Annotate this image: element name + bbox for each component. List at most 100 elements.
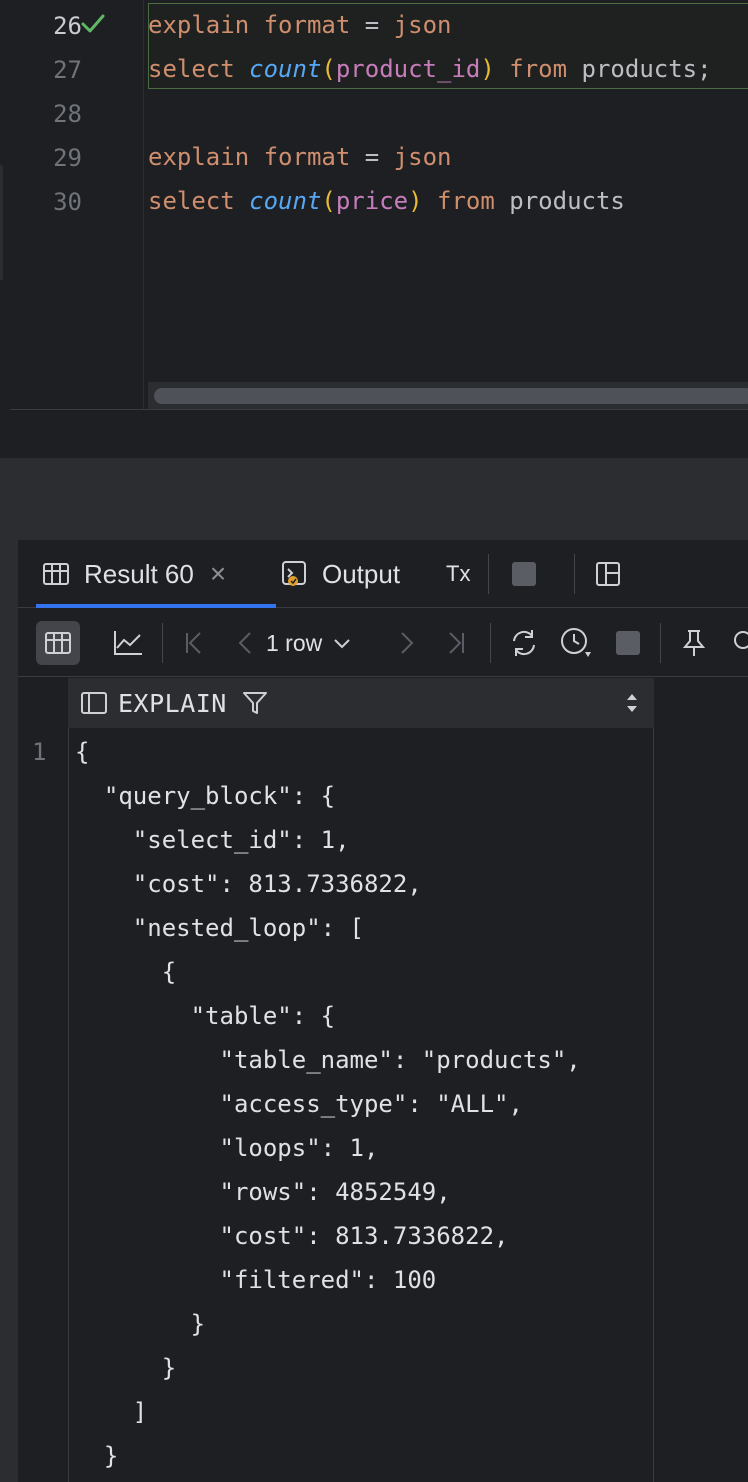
first-page-button[interactable]: [172, 621, 216, 665]
toolbar-separator: [488, 554, 489, 594]
json-line: }: [75, 1354, 177, 1382]
previous-page-button[interactable]: [224, 621, 268, 665]
code-line-29[interactable]: explain format = json: [148, 135, 451, 179]
code-table: products: [509, 187, 625, 215]
json-line: "nested_loop": [: [75, 914, 364, 942]
tab-output[interactable]: Output: [280, 540, 400, 608]
line-number: 27: [53, 56, 82, 84]
refresh-button[interactable]: [502, 621, 546, 665]
layout-icon: [596, 562, 620, 586]
gutter-line-27: 27: [10, 47, 144, 91]
code-keyword: from: [509, 55, 568, 83]
table-icon: [45, 632, 71, 654]
horizontal-scrollbar[interactable]: [148, 382, 748, 410]
code-keyword: select: [148, 55, 235, 83]
transaction-icon: Tx: [446, 561, 471, 586]
transaction-mode-button[interactable]: Tx: [446, 540, 470, 608]
search-icon: [734, 631, 748, 649]
refresh-icon: [513, 630, 535, 656]
sql-editor[interactable]: 26 27 28 29 30 explain format = json sel…: [0, 0, 748, 410]
tab-result-60[interactable]: Result 60 ×: [42, 540, 226, 608]
code-paren: (: [321, 55, 336, 83]
code-keyword: format: [263, 143, 351, 171]
toolbar-separator: [490, 623, 491, 663]
gutter-line-28: 28: [10, 91, 144, 135]
chevron-left-icon: [238, 632, 251, 654]
chevron-right-icon: [401, 632, 414, 654]
table-view-button[interactable]: [36, 621, 80, 665]
gutter-line-30: 30: [10, 179, 144, 223]
column-name: EXPLAIN: [118, 688, 227, 718]
pin-tab-button[interactable]: [672, 621, 716, 665]
close-icon[interactable]: ×: [210, 558, 226, 590]
sidebar-toggle-icon[interactable]: [80, 690, 108, 716]
table-icon: [43, 563, 69, 585]
code-keyword: format: [263, 11, 351, 39]
json-line: "cost": 813.7336822,: [75, 1222, 509, 1250]
chevron-down-icon: [334, 639, 350, 649]
line-number: 26: [53, 12, 82, 40]
row-number[interactable]: 1: [32, 738, 46, 766]
stop-icon: [616, 631, 640, 655]
last-page-button[interactable]: [434, 621, 478, 665]
chart-icon: [114, 631, 142, 655]
code-column: price: [335, 187, 409, 215]
json-line: {: [75, 738, 90, 766]
json-line: {: [75, 958, 177, 986]
json-line: "query_block": {: [75, 782, 336, 810]
toolbar-separator: [574, 554, 575, 594]
first-page-icon: [186, 632, 201, 654]
auto-refresh-button[interactable]: [554, 621, 598, 665]
search-button[interactable]: [724, 621, 748, 665]
rows-label: 1 row: [266, 629, 323, 656]
code-paren: ): [408, 187, 423, 215]
json-line: "rows": 4852549,: [75, 1178, 451, 1206]
chart-view-button[interactable]: [106, 621, 150, 665]
code-line-26[interactable]: explain format = json: [148, 3, 451, 47]
layout-button[interactable]: [586, 552, 630, 596]
cancel-query-button[interactable]: [606, 621, 650, 665]
json-line: }: [75, 1310, 206, 1338]
toolbar-separator: [162, 623, 163, 663]
code-keyword: explain: [148, 143, 250, 171]
column-header-explain[interactable]: EXPLAIN: [68, 678, 654, 728]
line-number: 28: [53, 100, 82, 128]
page-size-selector[interactable]: 1 row: [266, 621, 352, 665]
json-line: "cost": 813.7336822,: [75, 870, 422, 898]
editor-fold-marker: [0, 165, 3, 280]
panel-splitter[interactable]: [0, 458, 748, 540]
code-keyword: json: [393, 143, 452, 171]
json-value-cell[interactable]: { "query_block": { "select_id": 1, "cost…: [68, 728, 654, 1482]
code-paren: (: [321, 187, 336, 215]
gutter-line-26: 26: [10, 3, 144, 47]
row-number-gutter: 1: [18, 678, 68, 1482]
last-page-icon: [449, 632, 464, 654]
code-keyword: json: [393, 11, 452, 39]
json-line: }: [75, 1442, 119, 1470]
code-line-27[interactable]: select count(product_id) from products;: [148, 47, 712, 91]
stop-button[interactable]: [502, 552, 546, 596]
result-toolbar: 1 row: [18, 609, 748, 677]
toolbar-separator: [660, 623, 661, 663]
line-number: 30: [53, 188, 82, 216]
sort-icon[interactable]: [624, 691, 640, 715]
json-line: "loops": 1,: [75, 1134, 379, 1162]
clock-icon: [561, 628, 591, 657]
check-icon: [81, 14, 105, 33]
code-operator: =: [350, 143, 394, 171]
next-page-button[interactable]: [384, 621, 428, 665]
result-grid: 1 EXPLAIN { "query_block": { "select_id"…: [18, 678, 748, 1482]
line-number-gutter: 26 27 28 29 30: [10, 0, 144, 410]
services-panel: Result 60 × Output Tx 1 row 1 EXPLAIN {…: [0, 540, 748, 1482]
code-table: products;: [581, 55, 712, 83]
scrollbar-thumb[interactable]: [154, 388, 748, 404]
json-line: ]: [75, 1398, 148, 1426]
tab-label: Output: [322, 558, 401, 589]
code-line-30[interactable]: select count(price) from products: [148, 179, 625, 223]
json-line: "filtered": 100: [75, 1266, 437, 1294]
filter-icon[interactable]: [241, 689, 269, 717]
json-line: "access_type": "ALL",: [75, 1090, 523, 1118]
line-number: 29: [53, 144, 82, 172]
pin-icon: [682, 630, 706, 656]
code-column: product_id: [335, 55, 481, 83]
